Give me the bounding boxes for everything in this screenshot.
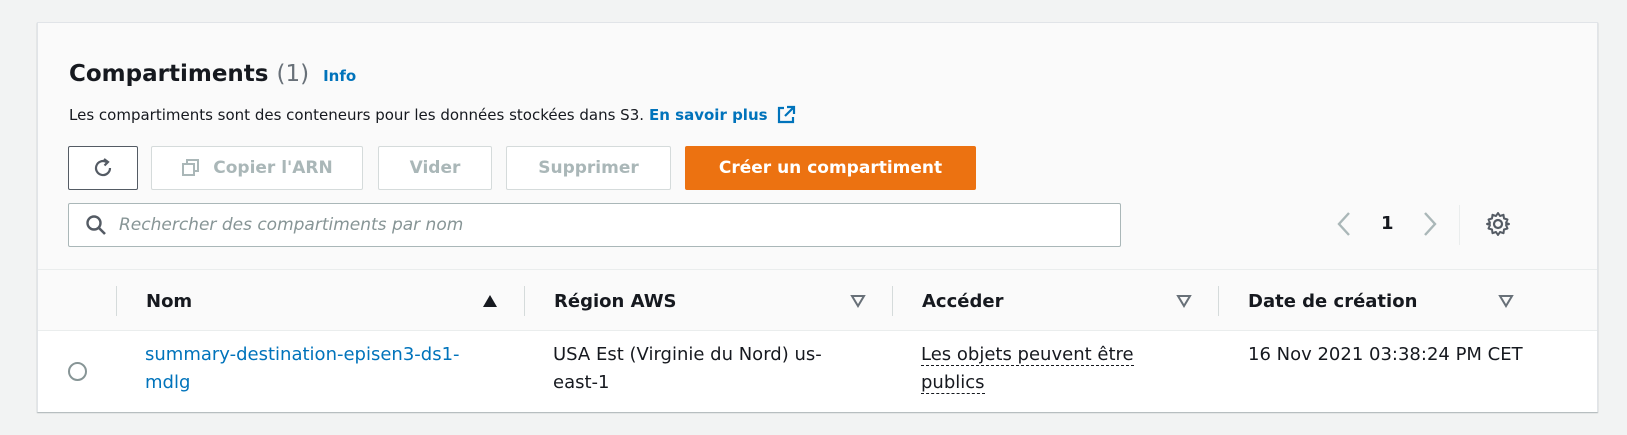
refresh-icon [94,158,112,177]
table-header: Nom Région AWS Accéder Date de création [38,269,1597,331]
create-bucket-label: Créer un compartiment [718,158,943,178]
external-link-icon[interactable] [776,105,796,125]
row-select-radio[interactable] [68,362,87,381]
bucket-name-link[interactable]: summary-destination-episen3-ds1-mdlg [145,341,485,397]
copy-arn-button[interactable]: Copier l'ARN [151,146,363,190]
column-header-name[interactable]: Nom [146,270,498,332]
description-text: Les compartiments sont des conteneurs po… [69,106,645,124]
buckets-panel: Compartiments (1) Info Les compartiments… [37,22,1598,412]
table-row: summary-destination-episen3-ds1-mdlg USA… [38,331,1597,412]
bucket-region: USA Est (Virginie du Nord) us-east-1 [553,344,822,393]
column-divider [116,286,117,316]
pagination-divider [1459,205,1460,245]
sort-descending-icon [1498,295,1514,308]
column-divider [892,286,893,316]
column-header-created[interactable]: Date de création [1248,270,1514,332]
create-bucket-button[interactable]: Créer un compartiment [685,146,976,190]
column-label: Nom [146,290,193,312]
column-label: Date de création [1248,290,1418,312]
chevron-left-icon[interactable] [1335,211,1353,237]
bucket-access-text: Les objets peuvent être publics [921,344,1134,394]
section-description: Les compartiments sont des conteneurs po… [69,105,796,125]
bucket-creation-date: 16 Nov 2021 03:38:24 PM CET [1248,344,1523,365]
search-input[interactable] [119,215,1120,235]
sort-ascending-icon [483,295,497,307]
refresh-button[interactable] [68,146,138,190]
column-divider [524,286,525,316]
current-page[interactable]: 1 [1381,213,1394,234]
delete-button[interactable]: Supprimer [506,146,671,190]
column-header-region[interactable]: Région AWS [554,270,866,332]
column-label: Accéder [922,290,1004,312]
sort-descending-icon [1176,295,1192,308]
info-link[interactable]: Info [323,67,356,85]
delete-label: Supprimer [538,158,639,178]
gear-icon[interactable] [1485,211,1511,237]
sort-descending-icon [850,295,866,308]
section-header: Compartiments (1) Info [69,61,356,87]
search-box [68,203,1121,247]
empty-button[interactable]: Vider [378,146,492,190]
empty-label: Vider [409,158,461,178]
column-header-access[interactable]: Accéder [922,270,1192,332]
copy-icon [182,159,200,176]
column-label: Région AWS [554,290,677,312]
search-icon [86,215,106,235]
learn-more-link[interactable]: En savoir plus [649,106,768,124]
copy-arn-label: Copier l'ARN [213,158,333,178]
bucket-count: (1) [276,61,310,87]
page-title: Compartiments [69,61,269,87]
chevron-right-icon[interactable] [1421,211,1439,237]
bucket-access: Les objets peuvent être publics [921,341,1191,397]
column-divider [1218,286,1219,316]
